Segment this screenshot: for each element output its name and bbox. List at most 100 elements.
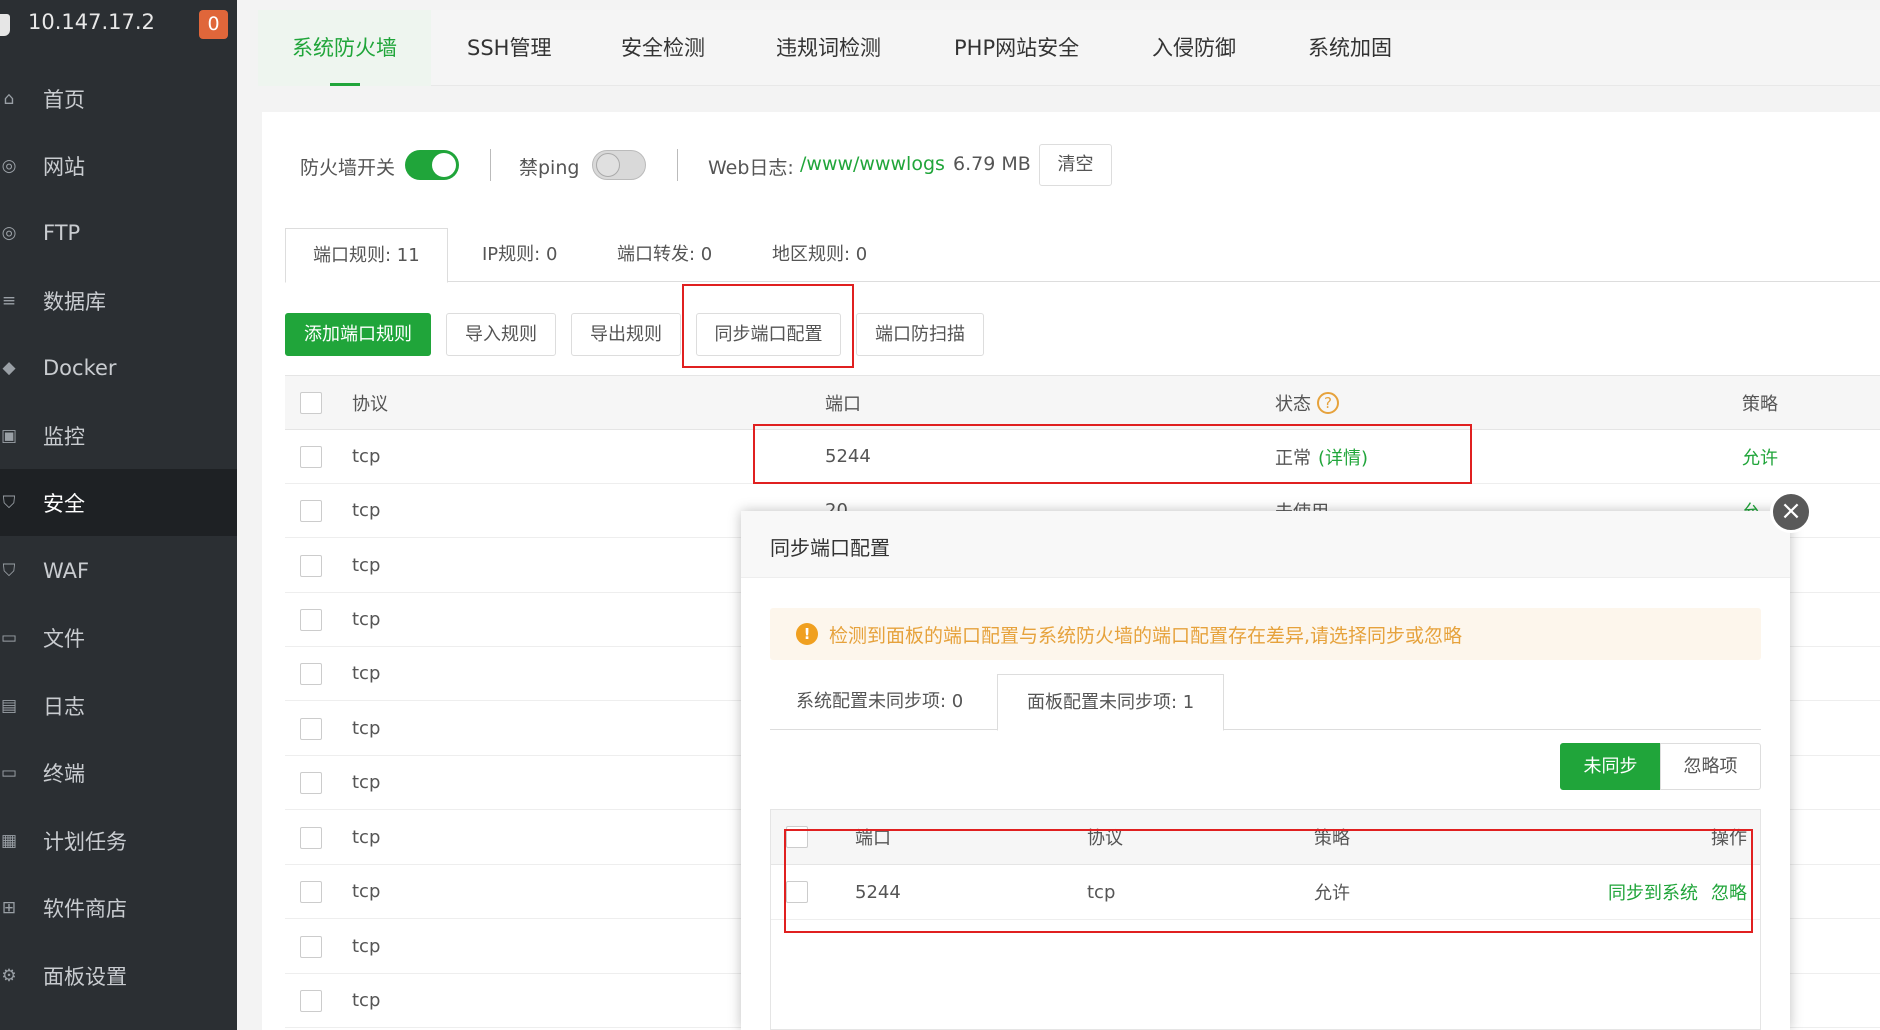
port-cell: 5244: [855, 881, 901, 903]
sidebar-item-ftp[interactable]: ◎ FTP: [0, 199, 237, 266]
tab-ip-rules[interactable]: IP规则: 0: [482, 228, 557, 282]
sidebar-item-docker[interactable]: ◆ Docker: [0, 334, 237, 401]
add-port-rule-button[interactable]: 添加端口规则: [285, 313, 431, 356]
protocol-cell: tcp: [352, 609, 381, 630]
sidebar-item-waf[interactable]: ⛉ WAF: [0, 537, 237, 604]
sidebar-item-monitor[interactable]: ▣ 监控: [0, 402, 237, 469]
server-ip: 10.147.17.2: [28, 10, 155, 34]
clear-log-button[interactable]: 清空: [1039, 144, 1112, 186]
weblog-path-link[interactable]: /www/wwwlogs: [800, 153, 945, 175]
sync-port-config-button[interactable]: 同步端口配置: [696, 313, 841, 356]
ignored-filter-button[interactable]: 忽略项: [1660, 743, 1761, 790]
status-help-icon[interactable]: ?: [1317, 376, 1339, 429]
weblog-size: 6.79 MB: [953, 153, 1031, 175]
sidebar: 10.147.17.2 0 ⌂ 首页 ◎ 网站 ◎ FTP ≡ 数据库 ◆ Docker …: [0, 0, 237, 1030]
tab-intrusion[interactable]: 入侵防御: [1152, 10, 1236, 86]
home-icon: ⌂: [3, 88, 15, 109]
tab-port-forward[interactable]: 端口转发: 0: [617, 228, 712, 282]
col-operations: 操作: [1711, 828, 1747, 849]
tab-ssh[interactable]: SSH管理: [467, 10, 551, 86]
row-checkbox[interactable]: [300, 500, 322, 522]
row-checkbox[interactable]: [300, 936, 322, 958]
row-checkbox[interactable]: [300, 881, 322, 903]
protocol-cell: tcp: [352, 827, 381, 848]
sidebar-item-home[interactable]: ⌂ 首页: [0, 65, 237, 132]
tab-region-rules[interactable]: 地区规则: 0: [772, 228, 867, 282]
ignore-link[interactable]: 忽略: [1711, 865, 1747, 919]
security-tabs: 系统防火墙 SSH管理 安全检测 违规词检测 PHP网站安全 入侵防御 系统加固: [258, 10, 1880, 86]
row-checkbox[interactable]: [300, 446, 322, 468]
close-icon[interactable]: ×: [1770, 491, 1812, 533]
log-icon: ▤: [0, 695, 18, 716]
policy-cell[interactable]: 允许: [1742, 430, 1778, 483]
unsynced-filter-button[interactable]: 未同步: [1560, 743, 1661, 790]
divider: [677, 149, 678, 181]
col-protocol: 协议: [352, 393, 388, 415]
protocol-cell: tcp: [352, 990, 381, 1011]
tab-firewall[interactable]: 系统防火墙: [258, 10, 431, 86]
terminal-icon: ▭: [0, 762, 18, 783]
ping-toggle[interactable]: [592, 150, 646, 180]
protocol-cell: tcp: [352, 555, 381, 576]
col-protocol: 协议: [1087, 828, 1123, 849]
protocol-cell: tcp: [352, 881, 381, 902]
docker-icon: ◆: [2, 357, 16, 378]
row-checkbox[interactable]: [786, 881, 808, 903]
protocol-cell: tcp: [352, 446, 381, 467]
port-cell: 5244: [825, 446, 871, 467]
panel-logo-icon: [0, 14, 10, 36]
port-anti-scan-button[interactable]: 端口防扫描: [856, 313, 984, 356]
sidebar-item-store[interactable]: ⊞ 软件商店: [0, 874, 237, 941]
col-port: 端口: [825, 393, 861, 415]
rule-tabs: 端口规则: 11 IP规则: 0 端口转发: 0 地区规则: 0: [285, 228, 1880, 283]
row-checkbox[interactable]: [300, 609, 322, 631]
firewall-toggle[interactable]: [405, 150, 459, 180]
import-rules-button[interactable]: 导入规则: [446, 313, 556, 356]
row-checkbox[interactable]: [300, 555, 322, 577]
warning-message: 检测到面板的端口配置与系统防火墙的端口配置存在差异,请选择同步或忽略: [829, 625, 1463, 647]
export-rules-button[interactable]: 导出规则: [571, 313, 681, 356]
sidebar-item-logs[interactable]: ▤ 日志: [0, 672, 237, 739]
tab-system-unsynced[interactable]: 系统配置未同步项: 0: [796, 674, 963, 730]
status-detail-link[interactable]: (详情): [1318, 430, 1368, 483]
sidebar-item-security[interactable]: ⛉ 安全: [0, 469, 237, 536]
sidebar-item-cron[interactable]: ▦ 计划任务: [0, 807, 237, 874]
tab-hardening[interactable]: 系统加固: [1308, 10, 1392, 86]
protocol-cell: tcp: [352, 936, 381, 957]
protocol-cell: tcp: [352, 772, 381, 793]
tab-port-rules[interactable]: 端口规则: 11: [285, 228, 448, 283]
tab-word-check[interactable]: 违规词检测: [776, 10, 881, 86]
row-checkbox[interactable]: [300, 990, 322, 1012]
table-row: tcp 5244 正常 (详情) 允许: [285, 430, 1880, 484]
row-checkbox[interactable]: [300, 663, 322, 685]
status-cell: 正常: [1275, 447, 1311, 469]
monitor-icon: ▣: [0, 425, 18, 446]
tab-panel-unsynced[interactable]: 面板配置未同步项: 1: [997, 674, 1225, 731]
protocol-cell: tcp: [352, 663, 381, 684]
tab-security-scan[interactable]: 安全检测: [621, 10, 705, 86]
col-status: 状态: [1275, 393, 1311, 415]
modal-tabs: 系统配置未同步项: 0 面板配置未同步项: 1: [770, 674, 1761, 731]
unsynced-table-header: 端口 协议 策略 操作: [771, 810, 1760, 865]
row-checkbox[interactable]: [300, 772, 322, 794]
sidebar-item-database[interactable]: ≡ 数据库: [0, 267, 237, 334]
waf-icon: ⛉: [2, 560, 16, 581]
sidebar-item-terminal[interactable]: ▭ 终端: [0, 739, 237, 806]
col-port: 端口: [855, 828, 891, 849]
tab-php-security[interactable]: PHP网站安全: [954, 10, 1079, 86]
row-checkbox[interactable]: [300, 827, 322, 849]
protocol-cell: tcp: [352, 500, 381, 521]
unsynced-table: 端口 协议 策略 操作 5244 tcp 允许 同步到系统 忽略: [770, 809, 1761, 1030]
select-all-checkbox[interactable]: [786, 826, 808, 848]
protocol-cell: tcp: [352, 718, 381, 739]
select-all-checkbox[interactable]: [300, 392, 322, 414]
sync-to-system-link[interactable]: 同步到系统: [1608, 865, 1698, 919]
table-row: 5244 tcp 允许 同步到系统 忽略: [771, 865, 1760, 920]
ftp-icon: ◎: [1, 222, 17, 243]
sidebar-item-website[interactable]: ◎ 网站: [0, 132, 237, 199]
sidebar-item-files[interactable]: ▭ 文件: [0, 604, 237, 671]
sidebar-item-settings[interactable]: ⚙ 面板设置: [0, 942, 237, 1009]
row-checkbox[interactable]: [300, 718, 322, 740]
firewall-switch-label: 防火墙开关: [300, 157, 396, 179]
message-badge[interactable]: 0: [199, 10, 228, 39]
